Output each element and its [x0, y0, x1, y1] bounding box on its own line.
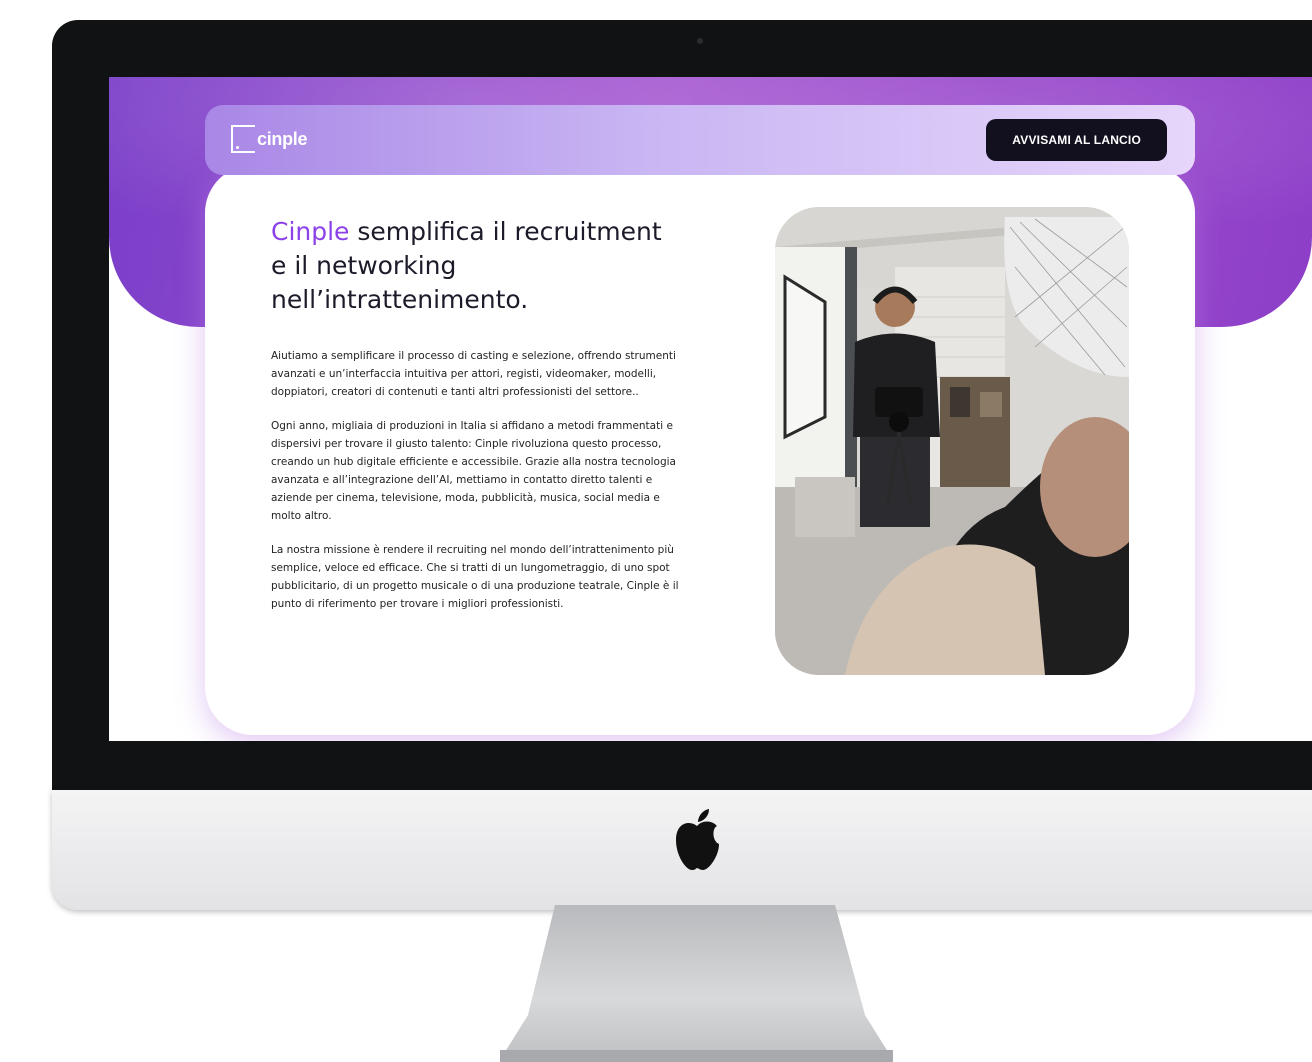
paragraph-3: La nostra missione è rendere il recruiti… — [271, 544, 679, 610]
logo-bracket-icon — [231, 125, 255, 153]
navbar: cinple AVVISAMI AL LANCIO — [205, 105, 1195, 175]
paragraph-2: Ogni anno, migliaia di produzioni in Ita… — [271, 420, 676, 522]
cinple-logo[interactable]: cinple — [231, 125, 308, 153]
photo-illustration — [775, 207, 1129, 675]
logo-text: cinple — [257, 128, 308, 149]
hero-body: Aiutiamo a semplificare il processo di c… — [271, 347, 691, 629]
paragraph-1: Aiutiamo a semplificare il processo di c… — [271, 350, 676, 398]
notify-launch-button[interactable]: AVVISAMI AL LANCIO — [986, 119, 1167, 161]
camera-operator-photo — [775, 207, 1129, 675]
hero-headline: Cinple semplifica il recruitment e il ne… — [271, 215, 671, 317]
camera-icon — [697, 38, 703, 44]
imac-stand — [500, 905, 893, 1062]
website-screen: cinple AVVISAMI AL LANCIO Cinple semplif… — [109, 77, 1312, 741]
headline-brand: Cinple — [271, 217, 350, 246]
apple-logo-icon — [676, 809, 719, 870]
